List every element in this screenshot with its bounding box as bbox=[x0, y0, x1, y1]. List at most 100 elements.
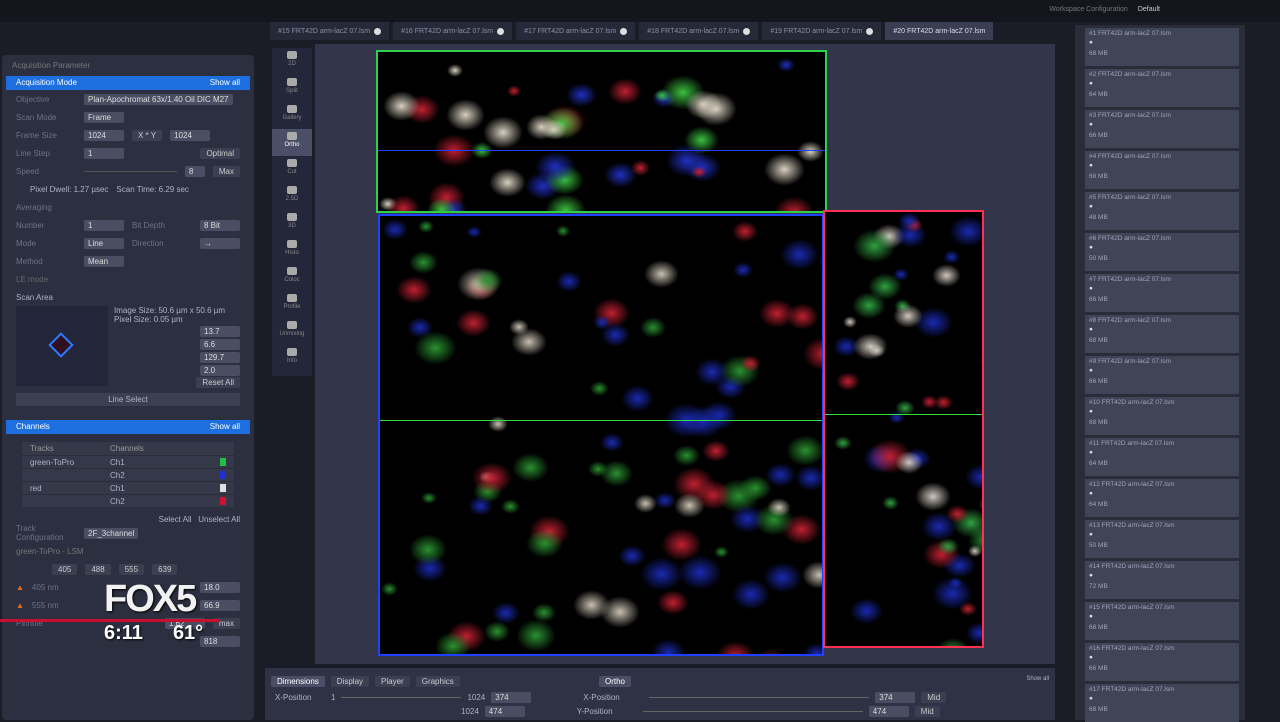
channel-row[interactable]: Ch2 bbox=[22, 468, 234, 481]
channel-row[interactable]: green-ToPro Ch1 bbox=[22, 455, 234, 468]
tool-coloc[interactable]: Coloc bbox=[272, 264, 312, 291]
crosshair-vertical[interactable] bbox=[825, 212, 826, 646]
tab-ortho[interactable]: Ortho bbox=[599, 676, 632, 687]
crosshair-vertical[interactable] bbox=[380, 216, 381, 654]
ortho-x-mid-button[interactable]: Mid bbox=[921, 692, 947, 703]
reset-all-button[interactable]: Reset All bbox=[196, 377, 240, 388]
frame-y-input[interactable]: 1024 bbox=[170, 129, 211, 141]
scan-area-input[interactable]: 13.7 bbox=[200, 326, 240, 337]
file-item[interactable]: #14 FRT42D arm-lacZ 07.lsm ● 72 MB bbox=[1085, 561, 1239, 599]
xy-image[interactable] bbox=[378, 214, 824, 656]
speed-slider[interactable] bbox=[84, 170, 177, 172]
scan-mode-select[interactable]: Frame bbox=[84, 111, 124, 123]
tool-2d[interactable]: 2D bbox=[272, 48, 312, 75]
line-select-button[interactable]: Line Select bbox=[16, 393, 240, 406]
scan-area-marker[interactable] bbox=[48, 332, 74, 358]
file-item[interactable]: #2 FRT42D arm-lacZ 07.lsm ● 64 MB bbox=[1085, 69, 1239, 107]
scan-area-input[interactable]: 129.7 bbox=[200, 352, 240, 363]
workspace-configuration[interactable]: Workspace Configuration Default bbox=[1049, 6, 1160, 13]
ortho-y-input[interactable]: 474 bbox=[868, 706, 909, 717]
ortho-x-input[interactable]: 374 bbox=[875, 692, 916, 703]
file-item[interactable]: #12 FRT42D arm-lacZ 07.lsm ● 64 MB bbox=[1085, 479, 1239, 517]
tool-profile[interactable]: Profile bbox=[272, 291, 312, 318]
frame-x-input[interactable]: 1024 bbox=[84, 129, 124, 141]
file-item[interactable]: #9 FRT42D arm-lacZ 07.lsm ● 66 MB bbox=[1085, 356, 1239, 394]
close-icon[interactable] bbox=[497, 27, 505, 35]
tool-ortho[interactable]: Ortho bbox=[272, 129, 312, 156]
ortho-y-mid-button[interactable]: Mid bbox=[914, 706, 940, 717]
crosshair-horizontal[interactable] bbox=[378, 150, 825, 151]
channels-show-all[interactable]: Show all bbox=[210, 422, 240, 432]
close-icon[interactable] bbox=[374, 27, 382, 35]
tool-cut[interactable]: Cut bbox=[272, 156, 312, 183]
laser-488-toggle[interactable]: 488 bbox=[85, 563, 111, 575]
yz-projection[interactable] bbox=[823, 210, 984, 648]
tab-document[interactable]: #18 FRT42D arm-lacZ 07.lsm bbox=[639, 22, 759, 40]
tab-dimensions[interactable]: Dimensions bbox=[271, 676, 325, 687]
tab-document[interactable]: #17 FRT42D arm-lacZ 07.lsm bbox=[516, 22, 636, 40]
file-item[interactable]: #11 FRT42D arm-lacZ 07.lsm ● 64 MB bbox=[1085, 438, 1239, 476]
select-all-button[interactable]: Select All bbox=[159, 515, 192, 524]
optimal-button[interactable]: Optimal bbox=[200, 147, 240, 159]
close-icon[interactable] bbox=[866, 27, 874, 35]
crosshair-horizontal[interactable] bbox=[380, 420, 822, 421]
channel-color-swatch[interactable] bbox=[220, 484, 226, 492]
mode-select[interactable]: Line bbox=[84, 237, 124, 249]
file-item[interactable]: #7 FRT42D arm-lacZ 07.lsm ● 66 MB bbox=[1085, 274, 1239, 312]
tab-document[interactable]: #19 FRT42D arm-lacZ 07.lsm bbox=[762, 22, 882, 40]
y-position-input[interactable]: 474 bbox=[484, 706, 525, 717]
laser-555-toggle[interactable]: 555 bbox=[118, 563, 145, 575]
tab-graphics[interactable]: Graphics bbox=[415, 676, 460, 687]
ortho-x-slider[interactable] bbox=[649, 697, 870, 698]
file-item[interactable]: #15 FRT42D arm-lacZ 07.lsm ● 68 MB bbox=[1085, 602, 1239, 640]
direction-select[interactable]: → bbox=[200, 237, 240, 249]
track-config-select[interactable]: 2F_3channel bbox=[84, 527, 139, 539]
file-item[interactable]: #4 FRT42D arm-lacZ 07.lsm ● 68 MB bbox=[1085, 151, 1239, 189]
method-select[interactable]: Mean bbox=[84, 255, 124, 267]
line-step-select[interactable]: 1 bbox=[84, 147, 124, 159]
tool-split[interactable]: Split bbox=[272, 75, 312, 102]
close-icon[interactable] bbox=[743, 27, 751, 35]
scan-area-input[interactable]: 6.6 bbox=[200, 339, 240, 350]
tool-25d[interactable]: 2.5D bbox=[272, 183, 312, 210]
channel-color-swatch[interactable] bbox=[220, 458, 226, 466]
channels-header[interactable]: Channels Show all bbox=[6, 420, 250, 434]
xz-projection[interactable] bbox=[376, 50, 827, 213]
speed-input[interactable]: 8 bbox=[184, 165, 205, 177]
crosshair-horizontal[interactable] bbox=[825, 414, 982, 415]
file-item[interactable]: #3 FRT42D arm-lacZ 07.lsm ● 66 MB bbox=[1085, 110, 1239, 148]
tab-document[interactable]: #15 FRT42D arm-lacZ 07.lsm bbox=[270, 22, 390, 40]
track-name[interactable]: green-ToPro bbox=[30, 458, 110, 467]
laser-639-toggle[interactable]: 639 bbox=[152, 563, 178, 575]
track-name[interactable]: red bbox=[30, 484, 110, 493]
tool-gallery[interactable]: Gallery bbox=[272, 102, 312, 129]
scan-area-input[interactable]: 2.0 bbox=[200, 365, 240, 376]
crosshair-vertical[interactable] bbox=[378, 52, 379, 211]
file-item[interactable]: #13 FRT42D arm-lacZ 07.lsm ● 50 MB bbox=[1085, 520, 1239, 558]
laser-405-toggle[interactable]: 405 bbox=[52, 563, 78, 575]
bit-depth-select[interactable]: 8 Bit bbox=[200, 219, 240, 231]
tool-info[interactable]: Info bbox=[272, 345, 312, 372]
x-position-input[interactable]: 374 bbox=[491, 692, 532, 703]
file-item[interactable]: #5 FRT42D arm-lacZ 07.lsm ● 48 MB bbox=[1085, 192, 1239, 230]
file-item[interactable]: #1 FRT42D arm-lacZ 07.lsm ● 68 MB bbox=[1085, 28, 1239, 66]
channel-color-swatch[interactable] bbox=[220, 497, 226, 505]
max-button[interactable]: Max bbox=[212, 165, 240, 177]
unselect-all-button[interactable]: Unselect All bbox=[198, 515, 240, 524]
file-item[interactable]: #10 FRT42D arm-lacZ 07.lsm ● 68 MB bbox=[1085, 397, 1239, 435]
channel-color-swatch[interactable] bbox=[220, 471, 226, 479]
tab-document[interactable]: #20 FRT42D arm-lacZ 07.lsm bbox=[885, 22, 994, 40]
tool-unmixing[interactable]: Unmixing bbox=[272, 318, 312, 345]
scan-area-section[interactable]: Scan Area bbox=[2, 288, 254, 306]
channel-row[interactable]: red Ch1 bbox=[22, 481, 234, 494]
tab-player[interactable]: Player bbox=[375, 676, 410, 687]
scan-area-preview[interactable] bbox=[16, 306, 108, 386]
show-all-toggle[interactable]: Show all bbox=[210, 78, 240, 88]
tab-display[interactable]: Display bbox=[330, 676, 370, 687]
show-all-toggle[interactable]: Show all bbox=[1026, 676, 1049, 687]
x-position-slider[interactable] bbox=[341, 697, 462, 698]
tool-3d[interactable]: 3D bbox=[272, 210, 312, 237]
file-item[interactable]: #16 FRT42D arm-lacZ 07.lsm ● 66 MB bbox=[1085, 643, 1239, 681]
tool-histo[interactable]: Histo bbox=[272, 237, 312, 264]
file-item[interactable]: #8 FRT42D arm-lacZ 07.lsm ● 68 MB bbox=[1085, 315, 1239, 353]
